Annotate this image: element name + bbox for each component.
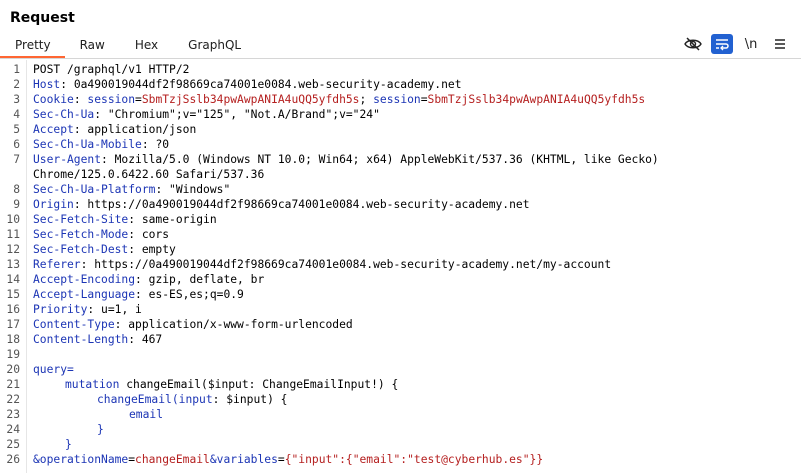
- header-line: Content-Type: application/x-www-form-url…: [33, 318, 353, 331]
- body-line: changeEmail(input: $input) {: [97, 393, 288, 406]
- header-line-wrap: Chrome/125.0.6422.60 Safari/537.36: [33, 168, 265, 181]
- header-line: Accept-Encoding: gzip, deflate, br: [33, 273, 265, 286]
- body-line: mutation changeEmail($input: ChangeEmail…: [65, 378, 399, 391]
- line-number: 10: [6, 213, 20, 226]
- line-number: 1: [13, 63, 20, 76]
- line-number: 13: [6, 258, 20, 271]
- eye-slash-icon[interactable]: [682, 34, 704, 54]
- header-line: Host: 0a490019044df2f98669ca74001e0084.w…: [33, 78, 462, 91]
- line-number: 6: [13, 138, 20, 151]
- line-number: 2: [13, 78, 20, 91]
- editor-toolbar: \n: [682, 33, 791, 55]
- word-wrap-icon[interactable]: [711, 34, 733, 54]
- line-number: 11: [6, 228, 20, 241]
- view-tabs: Pretty Raw Hex GraphQL: [0, 36, 256, 58]
- hamburger-menu-icon[interactable]: [769, 34, 791, 54]
- line-number: 14: [6, 273, 20, 286]
- header-line: Sec-Ch-Ua-Mobile: ?0: [33, 138, 170, 151]
- line-number: 26: [6, 453, 20, 466]
- line-number: 21: [6, 378, 20, 391]
- line-number: 7: [13, 153, 20, 166]
- body-line: }: [97, 423, 104, 436]
- body-line: email: [129, 408, 164, 421]
- line-number: 4: [13, 108, 20, 121]
- tab-pretty[interactable]: Pretty: [0, 36, 65, 58]
- line-number: 19: [6, 348, 20, 361]
- header-line: Origin: https://0a490019044df2f98669ca74…: [33, 198, 530, 211]
- tab-graphql[interactable]: GraphQL: [173, 36, 256, 56]
- header-line: Sec-Ch-Ua: "Chromium";v="125", "Not.A/Br…: [33, 108, 380, 121]
- line-number: 18: [6, 333, 20, 346]
- panel-title: Request: [10, 10, 75, 26]
- header-line: Sec-Fetch-Mode: cors: [33, 228, 170, 241]
- tab-hex[interactable]: Hex: [120, 36, 173, 56]
- line-number: 25: [6, 438, 20, 451]
- line-number: 17: [6, 318, 20, 331]
- request-line: POST /graphql/v1 HTTP/2: [33, 63, 190, 76]
- header-line: Referer: https://0a490019044df2f98669ca7…: [33, 258, 612, 271]
- line-number: 22: [6, 393, 20, 406]
- body-line: &operationName=changeEmail&variables={"i…: [33, 453, 544, 466]
- line-number: 5: [13, 123, 20, 136]
- line-number: 15: [6, 288, 20, 301]
- header-line: Cookie: session=SbmTzjSslb34pwAwpANIA4uQ…: [33, 93, 646, 106]
- header-line: Content-Length: 467: [33, 333, 163, 346]
- show-newlines-button[interactable]: \n: [740, 34, 762, 54]
- header-line: Priority: u=1, i: [33, 303, 142, 316]
- line-number: 20: [6, 363, 20, 376]
- line-number: 8: [13, 183, 20, 196]
- body-line: }: [65, 438, 72, 451]
- line-number: 9: [13, 198, 20, 211]
- header-line: Sec-Fetch-Dest: empty: [33, 243, 176, 256]
- request-editor[interactable]: 1 POST /graphql/v1 HTTP/2 2 Host: 0a490019…: [0, 60, 801, 473]
- line-number: 12: [6, 243, 20, 256]
- line-number: 3: [13, 93, 20, 106]
- header-line: Accept-Language: es-ES,es;q=0.9: [33, 288, 244, 301]
- header-line: Sec-Fetch-Site: same-origin: [33, 213, 217, 226]
- body-line: query=: [33, 363, 74, 376]
- line-number: 23: [6, 408, 20, 421]
- header-line: Sec-Ch-Ua-Platform: "Windows": [33, 183, 231, 196]
- tab-divider: [0, 58, 801, 59]
- header-line: User-Agent: Mozilla/5.0 (Windows NT 10.0…: [33, 153, 659, 166]
- line-number: 16: [6, 303, 20, 316]
- header-line: Accept: application/json: [33, 123, 197, 136]
- line-number: 24: [6, 423, 20, 436]
- tab-raw[interactable]: Raw: [65, 36, 120, 56]
